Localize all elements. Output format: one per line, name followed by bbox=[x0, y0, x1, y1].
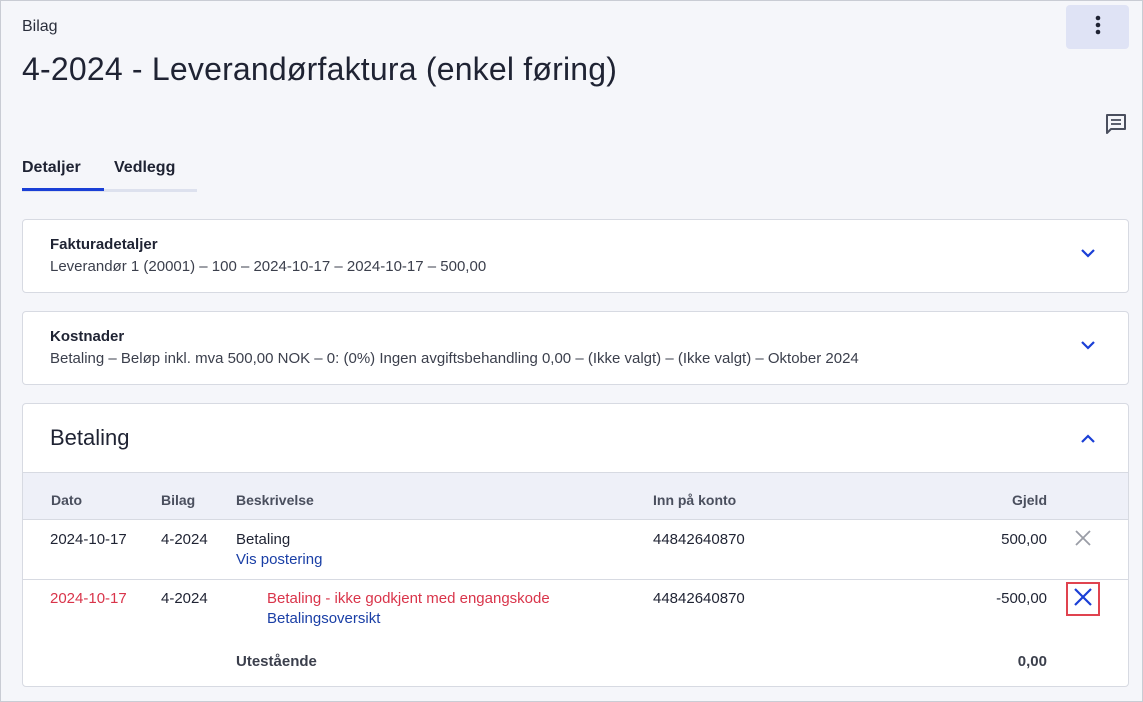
costs-summary: Betaling – Beløp inkl. mva 500,00 NOK – … bbox=[50, 350, 859, 367]
row-divider bbox=[23, 579, 1128, 580]
column-header-konto: Inn på konto bbox=[653, 492, 737, 508]
row-description: Betaling bbox=[236, 531, 291, 548]
breadcrumb[interactable]: Bilag bbox=[22, 18, 58, 36]
costs-title: Kostnader bbox=[50, 328, 125, 345]
chevron-up-icon[interactable] bbox=[1078, 428, 1098, 448]
row-voucher[interactable]: 4-2024 bbox=[161, 531, 208, 548]
chevron-down-icon[interactable] bbox=[1078, 243, 1098, 263]
column-header-gjeld: Gjeld bbox=[1011, 492, 1047, 508]
delete-row-button[interactable] bbox=[1066, 523, 1100, 557]
column-header-dato: Dato bbox=[51, 492, 83, 508]
row-date: 2024-10-17 bbox=[50, 590, 127, 607]
column-header-bilag: Bilag bbox=[161, 492, 196, 508]
row-description: Betaling - ikke godkjent med engangskode bbox=[267, 590, 550, 607]
chevron-down-icon[interactable] bbox=[1078, 335, 1098, 355]
costs-card[interactable]: Kostnader Betaling – Beløp inkl. mva 500… bbox=[22, 311, 1129, 385]
outstanding-value: 0,00 bbox=[1017, 653, 1047, 670]
payment-overview-link[interactable]: Betalingsoversikt bbox=[267, 610, 380, 627]
column-header-beskrivelse: Beskrivelse bbox=[236, 492, 314, 508]
close-icon bbox=[1075, 529, 1091, 551]
page-title: 4-2024 - Leverandørfaktura (enkel føring… bbox=[22, 51, 618, 87]
comment-button[interactable] bbox=[1104, 113, 1128, 139]
delete-row-button[interactable] bbox=[1066, 582, 1100, 616]
more-options-button[interactable] bbox=[1066, 5, 1129, 49]
payment-title: Betaling bbox=[50, 425, 130, 450]
invoice-details-title: Fakturadetaljer bbox=[50, 236, 158, 253]
close-icon bbox=[1074, 587, 1092, 611]
row-account: 44842640870 bbox=[653, 531, 745, 548]
payment-card: Betaling Dato Bilag Beskrivelse Inn på k… bbox=[22, 403, 1129, 687]
row-account: 44842640870 bbox=[653, 590, 745, 607]
row-amount: 500,00 bbox=[1001, 531, 1047, 548]
tab-detaljer[interactable]: Detaljer bbox=[22, 159, 104, 192]
table-header: Dato Bilag Beskrivelse Inn på konto Gjel… bbox=[23, 472, 1128, 520]
invoice-details-card[interactable]: Fakturadetaljer Leverandør 1 (20001) – 1… bbox=[22, 219, 1129, 293]
outstanding-label: Utestående bbox=[236, 653, 317, 670]
invoice-details-summary: Leverandør 1 (20001) – 100 – 2024-10-17 … bbox=[50, 258, 487, 275]
tab-vedlegg[interactable]: Vedlegg bbox=[114, 159, 175, 177]
row-amount: -500,00 bbox=[996, 590, 1047, 607]
row-voucher[interactable]: 4-2024 bbox=[161, 590, 208, 607]
tab-bar: Detaljer Vedlegg bbox=[22, 151, 197, 192]
page-frame: Bilag 4-2024 - Leverandørfaktura (enkel … bbox=[0, 0, 1143, 702]
row-date: 2024-10-17 bbox=[50, 531, 127, 548]
more-vertical-icon bbox=[1095, 15, 1101, 40]
comment-icon bbox=[1105, 113, 1127, 139]
view-posting-link[interactable]: Vis postering bbox=[236, 551, 322, 568]
